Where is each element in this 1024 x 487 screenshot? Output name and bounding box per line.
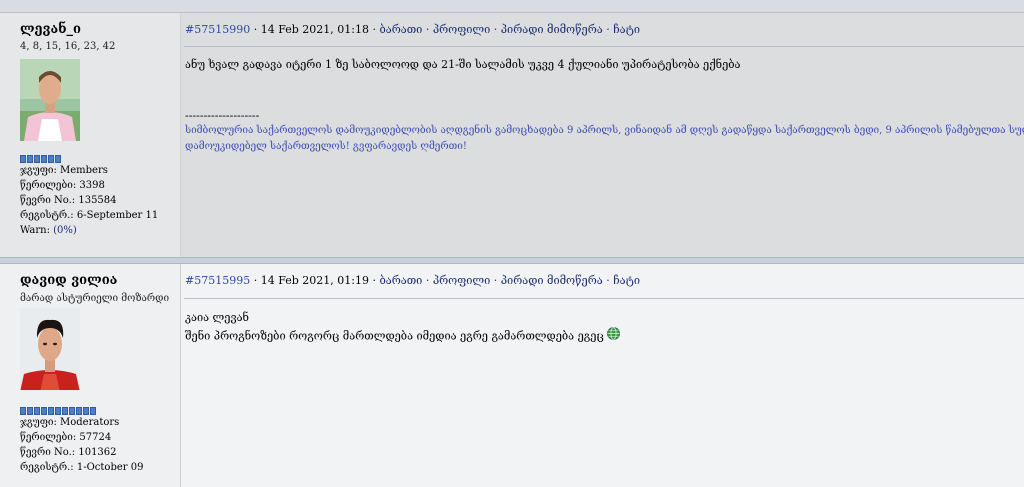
warn-link[interactable]: (0%) (53, 225, 77, 236)
user-registered: რეგისტრ.: 1-October 09 (20, 462, 143, 473)
user-group: ჯგუფი: Moderators (20, 417, 119, 428)
private-message-link[interactable]: პირადი მიმოწერა (501, 274, 603, 287)
post-meta: #57515990 · 14 Feb 2021, 01:18 · ბარათი … (185, 23, 640, 36)
user-registered: რეგისტრ.: 6-September 11 (20, 210, 158, 221)
rank-star (27, 155, 33, 163)
field-label: წევრი No.: (20, 447, 76, 458)
field-label: Warn: (20, 225, 50, 236)
post-content: #57515990 · 14 Feb 2021, 01:18 · ბარათი … (181, 13, 1024, 237)
top-separator (0, 0, 1024, 13)
user-member-no: წევრი No.: 135584 (20, 195, 117, 206)
field-value: 3398 (79, 180, 105, 191)
rank-star (48, 407, 54, 415)
field-label: წევრი No.: (20, 195, 76, 206)
user-member-no: წევრი No.: 101362 (20, 447, 117, 458)
signature-line: დამოუკიდებელ საქართველოს! გვფარავდეს ღმე… (185, 141, 467, 152)
user-panel: დავიდ ვილია მარად ასტურიელი მოზარდი ჯგუფ… (0, 264, 181, 487)
user-posts-count: წერილები: 3398 (20, 180, 105, 191)
avatar[interactable] (20, 59, 80, 141)
field-value: 135584 (78, 195, 117, 206)
field-label: ჯგუფი: (20, 417, 57, 428)
field-value: Members (60, 165, 108, 176)
username[interactable]: ლევან_ი (20, 22, 81, 37)
post-body: კაია ლევან შენი პროგნოზები როგორც მართლდ… (185, 309, 621, 346)
card-link[interactable]: ბარათი (379, 274, 422, 287)
field-label: რეგისტრ.: (20, 462, 74, 473)
rank-star (27, 407, 33, 415)
profile-link[interactable]: პროფილი (433, 274, 490, 287)
rank-star (90, 407, 96, 415)
field-value: 6-September 11 (76, 210, 159, 221)
post-body-line: შენი პროგნოზები როგორც მართლდება იმედია … (185, 327, 621, 346)
field-label: წერილები: (20, 180, 77, 191)
field-label: ჯგუფი: (20, 165, 57, 176)
post-separator (0, 257, 1024, 264)
user-title: 4, 8, 15, 16, 23, 42 (20, 41, 116, 52)
card-link[interactable]: ბარათი (379, 23, 422, 36)
post-meta: #57515995 · 14 Feb 2021, 01:19 · ბარათი … (185, 274, 640, 287)
signature: სიმბოლურია საქართველოს დამოუკიდებლობის ა… (185, 123, 1024, 155)
field-label: რეგისტრ.: (20, 210, 74, 221)
profile-link[interactable]: პროფილი (433, 23, 490, 36)
post-body-text: შენი პროგნოზები როგორც მართლდება იმედია … (185, 329, 604, 343)
globe-smiley-icon (607, 327, 621, 346)
field-value: 101362 (78, 447, 117, 458)
chat-link[interactable]: ჩატი (613, 274, 640, 287)
post-content: #57515995 · 14 Feb 2021, 01:19 · ბარათი … (181, 264, 1024, 487)
private-message-link[interactable]: პირადი მიმოწერა (501, 23, 603, 36)
rank-star (34, 407, 40, 415)
rank-stars (20, 407, 96, 415)
signature-line: სიმბოლურია საქართველოს დამოუკიდებლობის ა… (185, 125, 1024, 136)
rank-star (20, 407, 26, 415)
field-value: 1-October 09 (76, 462, 144, 473)
user-warn: Warn: (0%) (20, 225, 77, 236)
field-value: Moderators (60, 417, 120, 428)
post-57515995: დავიდ ვილია მარად ასტურიელი მოზარდი ჯგუფ… (0, 264, 1024, 487)
rank-star (48, 155, 54, 163)
field-label: წერილები: (20, 432, 77, 443)
signature-divider: -------------------- (185, 109, 260, 122)
chat-link[interactable]: ჩატი (613, 23, 640, 36)
post-id-link[interactable]: #57515990 (185, 23, 250, 36)
rank-star (76, 407, 82, 415)
post-divider (184, 298, 1024, 299)
post-body-line: კაია ლევან (185, 311, 249, 324)
rank-star (55, 155, 61, 163)
user-posts-count: წერილები: 57724 (20, 432, 111, 443)
user-title: მარად ასტურიელი მოზარდი (20, 293, 170, 304)
rank-star (41, 407, 47, 415)
post-body: ანუ ხვალ გადავა იტერი 1 ზე საბოლოოდ და 2… (185, 58, 741, 71)
post-date: · 14 Feb 2021, 01:18 · (250, 23, 380, 36)
footer-right (181, 237, 1024, 257)
post-divider (184, 46, 1024, 47)
rank-star (41, 155, 47, 163)
rank-star (34, 155, 40, 163)
post-id-link[interactable]: #57515995 (185, 274, 250, 287)
rank-star (83, 407, 89, 415)
post-57515990: ლევან_ი 4, 8, 15, 16, 23, 42 ჯგუფი: Memb… (0, 13, 1024, 237)
username[interactable]: დავიდ ვილია (20, 273, 117, 288)
post-date: · 14 Feb 2021, 01:19 · (250, 274, 380, 287)
user-group: ჯგუფი: Members (20, 165, 108, 176)
rank-star (55, 407, 61, 415)
rank-star (62, 407, 68, 415)
avatar[interactable] (20, 308, 80, 390)
user-panel: ლევან_ი 4, 8, 15, 16, 23, 42 ჯგუფი: Memb… (0, 13, 181, 237)
rank-star (69, 407, 75, 415)
rank-star (20, 155, 26, 163)
field-value: 57724 (79, 432, 112, 443)
rank-stars (20, 155, 61, 163)
post-footer (0, 237, 1024, 257)
